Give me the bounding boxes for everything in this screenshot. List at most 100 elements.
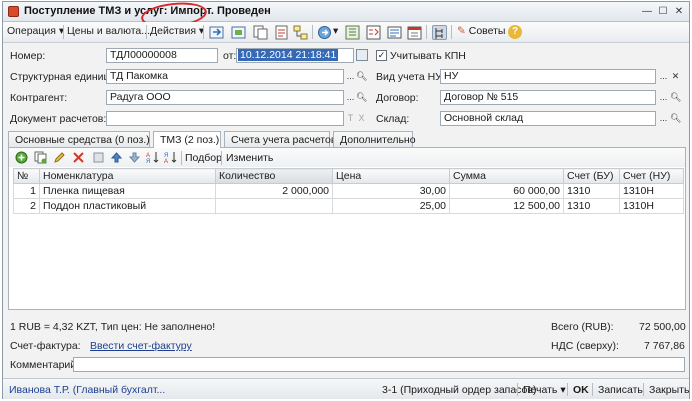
- svg-text:A: A: [164, 159, 168, 164]
- contract-search-icon[interactable]: 🔍︎: [670, 90, 681, 105]
- tab-fixed-assets[interactable]: Основные средства (0 поз.): [8, 131, 150, 147]
- comment-field[interactable]: [73, 357, 685, 372]
- movements-icon[interactable]: [345, 25, 360, 40]
- contractor-label: Контрагент:: [10, 92, 68, 104]
- col-number[interactable]: №: [13, 168, 40, 184]
- prices-currency-menu[interactable]: Цены и валюта...: [67, 25, 150, 37]
- warehouse-field[interactable]: Основной склад: [440, 111, 656, 126]
- ok-button[interactable]: OK: [573, 384, 589, 396]
- payment-doc-clear-icon[interactable]: X: [356, 111, 367, 126]
- create-invoice-link[interactable]: Ввести счет-фактуру: [90, 340, 192, 352]
- tips-icon: ✎: [457, 25, 466, 37]
- cell-sum[interactable]: 12 500,00: [449, 198, 564, 214]
- cell-quantity[interactable]: 2 000,000: [215, 183, 333, 199]
- sort-desc-icon[interactable]: ЯA: [164, 151, 177, 164]
- table-header-row: № Номенклатура Количество Цена Сумма Сче…: [13, 168, 684, 184]
- cell-account-bu[interactable]: 1310: [563, 198, 620, 214]
- kpn-checkbox[interactable]: ✓: [376, 50, 387, 61]
- status-bar: Иванова Т.Р. (Главный бухгалт... 3-1 (Пр…: [3, 378, 689, 399]
- post-document-icon[interactable]: [209, 25, 224, 40]
- col-sum[interactable]: Сумма: [449, 168, 564, 184]
- toolbar-separator: [426, 25, 427, 39]
- payment-doc-label: Документ расчетов:: [10, 113, 107, 125]
- contract-select-icon[interactable]: ...: [658, 90, 669, 105]
- warehouse-select-icon[interactable]: ...: [658, 111, 669, 126]
- table-row[interactable]: 2 Поддон пластиковый 500,000 25,00 12 50…: [13, 198, 684, 214]
- tab-tmz[interactable]: ТМЗ (2 поз.): [153, 131, 221, 148]
- cell-price[interactable]: 30,00: [332, 183, 450, 199]
- tips-button[interactable]: ✎ Советы: [457, 25, 505, 37]
- cell-quantity-selected[interactable]: 500,000: [215, 198, 333, 214]
- edit-list-icon[interactable]: [387, 25, 402, 40]
- struct-unit-select-icon[interactable]: ...: [345, 69, 356, 84]
- main-toolbar: Операция ▾ Цены и валюта... Действия ▾ ▾: [3, 22, 689, 43]
- cell-sum[interactable]: 60 000,00: [449, 183, 564, 199]
- calendar-table-icon[interactable]: [407, 25, 422, 40]
- nu-type-select-icon[interactable]: ...: [658, 69, 669, 84]
- payment-doc-type-icon[interactable]: T: [345, 111, 356, 126]
- contractor-search-icon[interactable]: 🔍︎: [356, 90, 367, 105]
- table-row[interactable]: 1 Пленка пищевая 2 000,000 30,00 60 000,…: [13, 183, 684, 199]
- contractor-select-icon[interactable]: ...: [345, 90, 356, 105]
- minimize-icon[interactable]: —: [641, 6, 653, 18]
- cell-nomenclature[interactable]: Поддон пластиковый: [39, 198, 216, 214]
- cell-number[interactable]: 1: [13, 183, 40, 199]
- dt-kt-icon[interactable]: [366, 25, 381, 40]
- toolbar-separator: [203, 25, 204, 39]
- nu-type-field[interactable]: НУ: [440, 69, 656, 84]
- copy-row-icon[interactable]: [34, 151, 47, 164]
- tab-settlement-accounts[interactable]: Счета учета расчетов: [224, 131, 336, 147]
- copy-document-icon[interactable]: [253, 25, 268, 40]
- col-quantity[interactable]: Количество: [215, 168, 333, 184]
- col-account-nu[interactable]: Счет (НУ): [619, 168, 684, 184]
- struct-unit-search-icon[interactable]: 🔍︎: [356, 69, 367, 84]
- nu-type-clear-icon[interactable]: ✕: [670, 69, 681, 84]
- unpost-document-icon[interactable]: [231, 25, 246, 40]
- close-button[interactable]: Закрыть: [649, 384, 689, 396]
- close-icon[interactable]: ✕: [673, 6, 685, 18]
- date-field[interactable]: 10.12.2014 21:18:41: [236, 48, 354, 63]
- payment-doc-field[interactable]: [106, 111, 344, 126]
- move-down-icon[interactable]: [128, 151, 141, 164]
- print-button[interactable]: Печать ▾: [523, 384, 566, 396]
- change-button[interactable]: Изменить: [226, 152, 273, 164]
- edit-row-icon[interactable]: [53, 151, 66, 164]
- col-account-bu[interactable]: Счет (БУ): [563, 168, 620, 184]
- move-up-icon[interactable]: [110, 151, 123, 164]
- cell-number[interactable]: 2: [13, 198, 40, 214]
- save-button[interactable]: Записать: [598, 384, 643, 396]
- cell-account-bu[interactable]: 1310: [563, 183, 620, 199]
- struct-unit-field[interactable]: ТД Пакомка: [106, 69, 344, 84]
- maximize-icon[interactable]: ☐: [657, 6, 669, 18]
- end-edit-icon[interactable]: [92, 151, 105, 164]
- structure-tree-icon[interactable]: [432, 25, 447, 40]
- cell-account-nu[interactable]: 1310Н: [619, 183, 684, 199]
- total-label: Всего (RUB):: [551, 321, 614, 333]
- col-nomenclature[interactable]: Номенклатура: [39, 168, 216, 184]
- contract-field[interactable]: Договор № 515: [440, 90, 656, 105]
- calendar-icon[interactable]: [356, 49, 368, 61]
- report-icon[interactable]: [274, 25, 289, 40]
- window-title: Поступление ТМЗ и услуг: Импорт. Проведе…: [24, 5, 271, 17]
- add-row-icon[interactable]: [15, 151, 28, 164]
- delete-row-icon[interactable]: [72, 151, 85, 164]
- help-icon[interactable]: ?: [508, 25, 522, 39]
- cell-price[interactable]: 25,00: [332, 198, 450, 214]
- structure-icon[interactable]: [293, 25, 308, 40]
- pick-button[interactable]: Подбор: [185, 152, 222, 164]
- document-window: Поступление ТМЗ и услуг: Импорт. Проведе…: [2, 0, 690, 399]
- col-price[interactable]: Цена: [332, 168, 450, 184]
- actions-menu[interactable]: Действия ▾: [150, 25, 204, 37]
- goto-icon[interactable]: [317, 25, 332, 40]
- warehouse-search-icon[interactable]: 🔍︎: [670, 111, 681, 126]
- status-separator: [592, 383, 593, 396]
- chevron-down-icon[interactable]: ▾: [333, 25, 338, 37]
- tab-additional[interactable]: Дополнительно: [333, 131, 416, 147]
- number-field[interactable]: ТДЛ00000008: [106, 48, 218, 63]
- operation-menu[interactable]: Операция ▾: [7, 25, 64, 37]
- print-form-name[interactable]: 3-1 (Приходный ордер запасов): [382, 384, 536, 396]
- contractor-field[interactable]: Радуга ООО: [106, 90, 344, 105]
- cell-account-nu[interactable]: 1310Н: [619, 198, 684, 214]
- cell-nomenclature[interactable]: Пленка пищевая: [39, 183, 216, 199]
- sort-asc-icon[interactable]: AЯ: [146, 151, 159, 164]
